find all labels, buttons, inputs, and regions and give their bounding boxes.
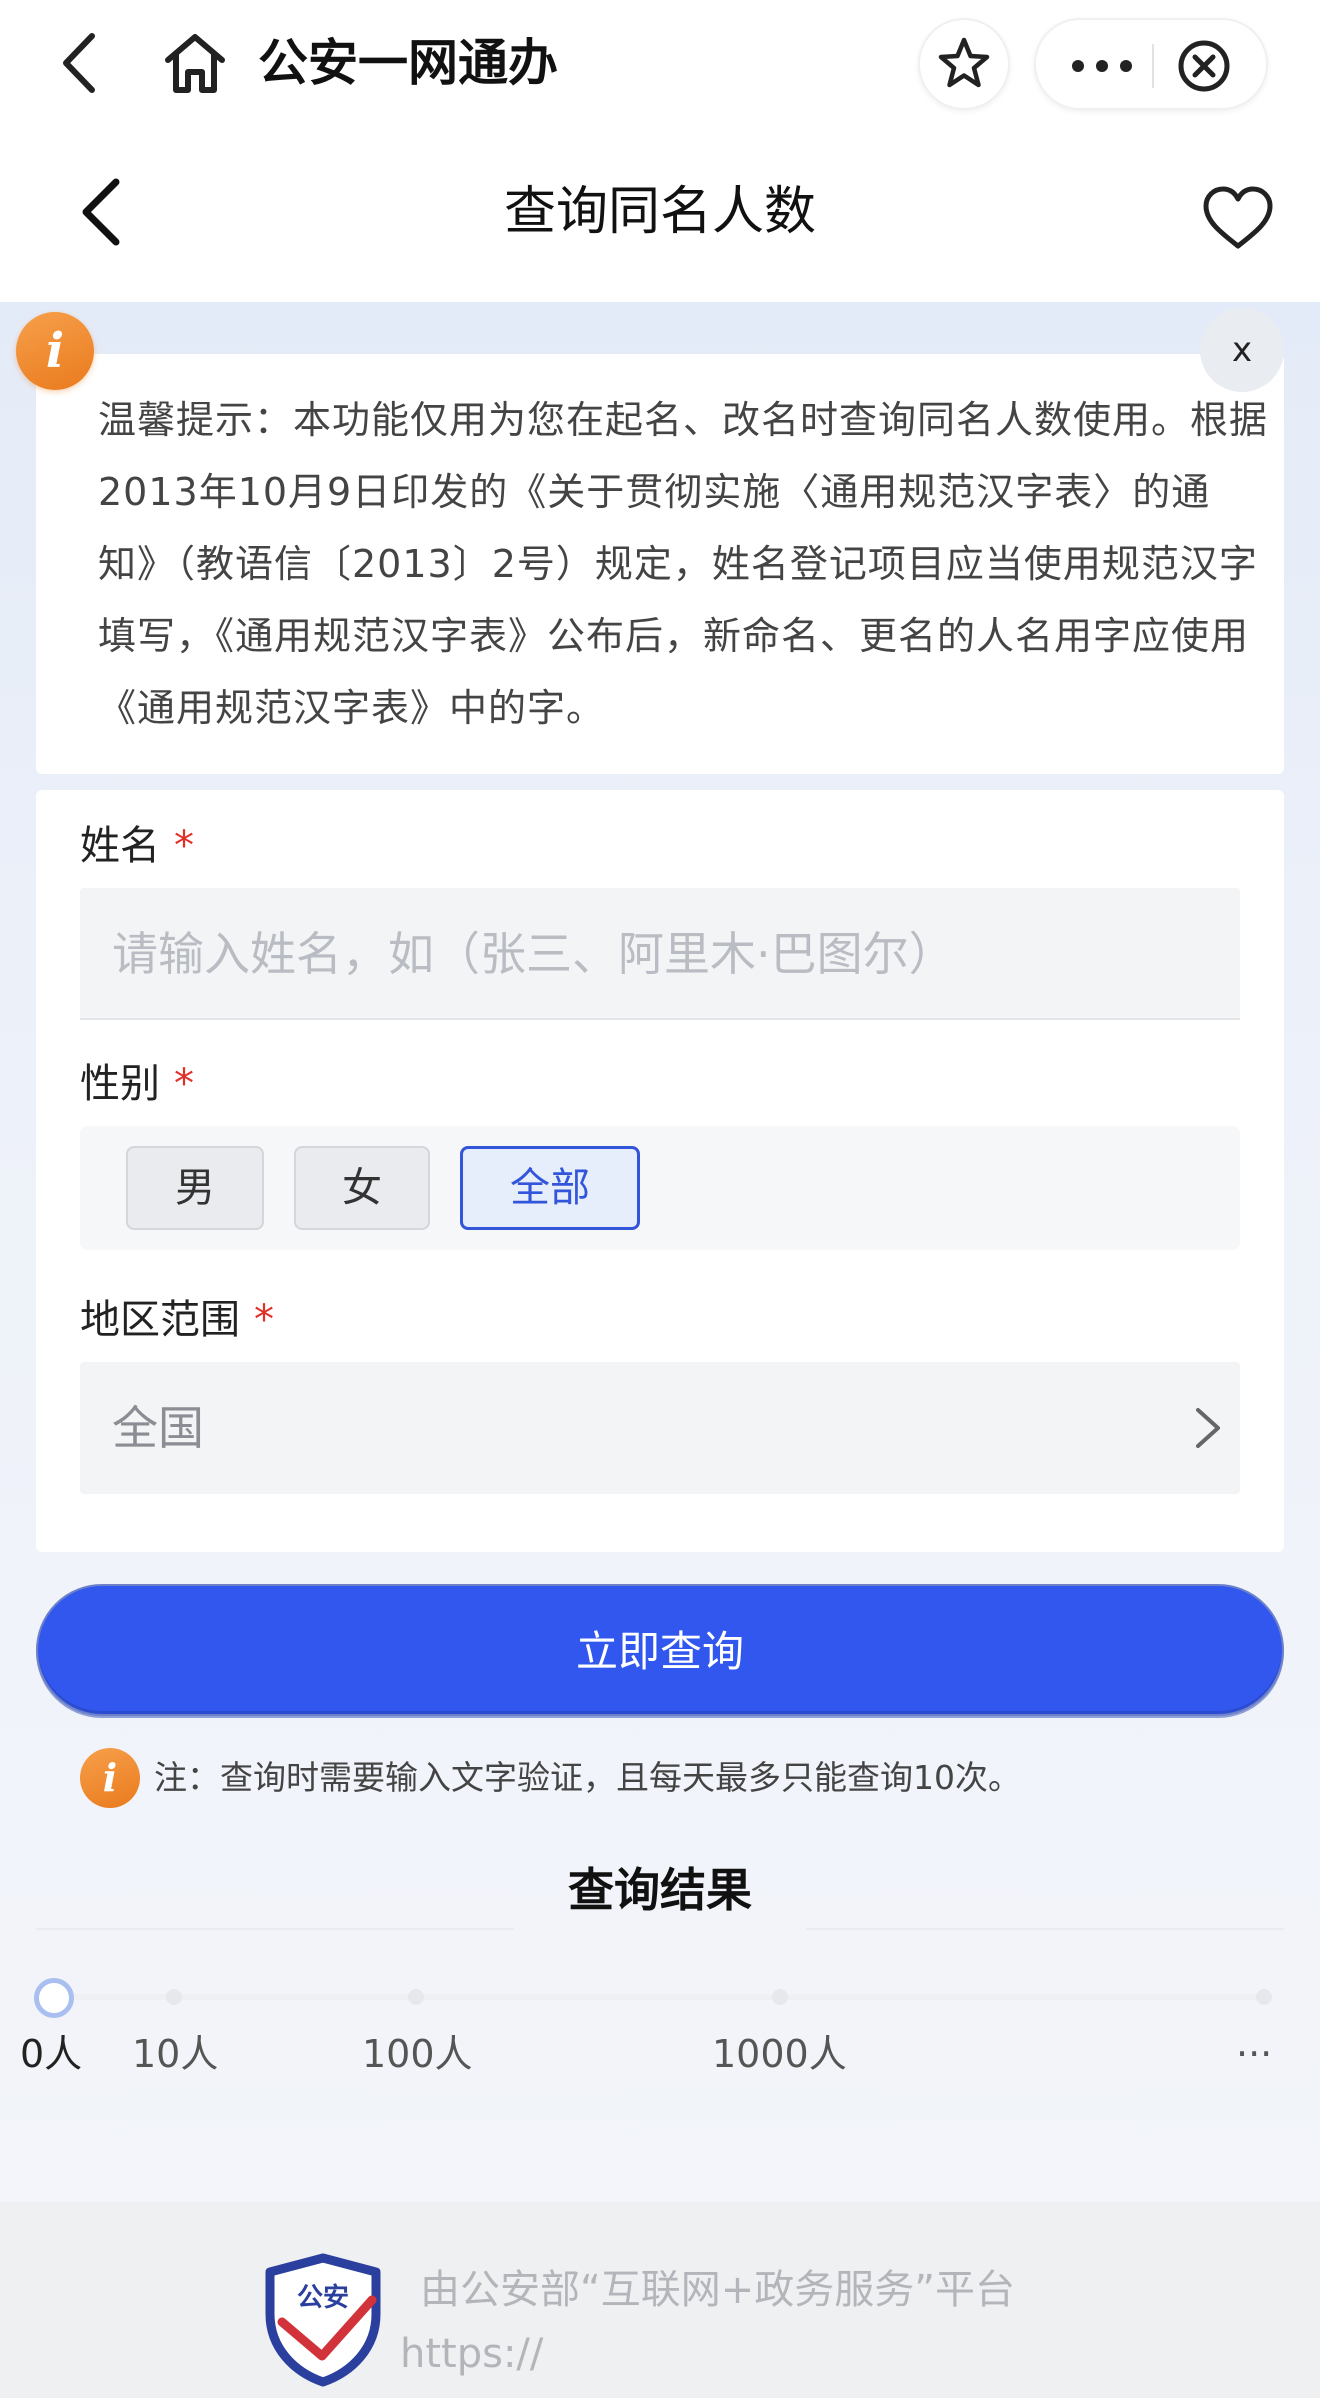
name-field (80, 888, 1240, 1020)
scale-label-1000: 1000人 (712, 2032, 847, 2076)
scale-dot (166, 1989, 182, 2005)
submit-query-button[interactable]: 立即查询 (36, 1584, 1284, 1716)
notice-close-button[interactable]: x (1200, 308, 1284, 392)
results-scale-track (54, 1994, 1268, 2000)
name-label: 姓名 * (80, 818, 194, 874)
required-mark: * (254, 1297, 274, 1343)
star-icon (938, 37, 990, 88)
heart-icon[interactable] (1200, 184, 1276, 254)
page-title: 查询同名人数 (503, 182, 816, 242)
scale-dot (408, 1989, 424, 2005)
app-title: 公安一网通办 (258, 34, 558, 92)
notice-card: 温馨提示：本功能仅用为您在起名、改名时查询同名人数使用。根据2013年10月9日… (36, 354, 1284, 774)
app-top-bar: 公安一网通办 (0, 0, 1320, 130)
name-label-text: 姓名 (80, 823, 160, 869)
badge-text: 公安 (297, 2283, 349, 2313)
scale-marker-current (34, 1978, 74, 2018)
region-label-text: 地区范围 (80, 1297, 240, 1343)
capsule-divider (1152, 44, 1154, 88)
mini-program-capsule (1034, 18, 1268, 110)
region-label: 地区范围 * (80, 1292, 274, 1348)
info-icon: i (16, 312, 94, 390)
results-divider-right (806, 1928, 1284, 1930)
scale-label-100: 100人 (362, 2032, 473, 2076)
gender-option-male[interactable]: 男 (126, 1146, 264, 1230)
scale-label-0: 0人 (20, 2032, 83, 2076)
police-badge-logo: 公安 (265, 2253, 381, 2387)
region-select[interactable]: 全国 (80, 1362, 1240, 1494)
gender-label-text: 性别 (80, 1061, 160, 1107)
favorite-button[interactable] (918, 18, 1010, 110)
scale-label-10: 10人 (132, 2032, 219, 2076)
gender-option-female[interactable]: 女 (294, 1146, 430, 1230)
gender-selector: 男 女 全部 (80, 1126, 1240, 1250)
page-header: 查询同名人数 (0, 130, 1320, 302)
footer: 公安 由公安部“互联网+政务服务”平台 https:// (0, 2202, 1320, 2398)
chevron-right-icon (1196, 1408, 1220, 1448)
results-divider-left (36, 1928, 514, 1930)
gender-label: 性别 * (80, 1056, 194, 1112)
home-icon[interactable] (160, 28, 230, 98)
notice-text: 温馨提示：本功能仅用为您在起名、改名时查询同名人数使用。根据2013年10月9日… (98, 398, 1269, 730)
scale-dot (1256, 1989, 1272, 2005)
scale-label-more: ··· (1236, 2032, 1273, 2076)
scale-dot (772, 1989, 788, 2005)
close-circle-icon[interactable] (1174, 38, 1234, 94)
results-title: 查询结果 (568, 1863, 752, 1917)
info-icon: i (80, 1748, 140, 1808)
required-mark: * (174, 823, 194, 869)
footer-url-text: https:// (400, 2331, 544, 2377)
name-input[interactable] (80, 888, 1240, 1020)
more-icon[interactable] (1062, 40, 1142, 92)
note-text: 注：查询时需要输入文字验证，且每天最多只能查询10次。 (154, 1758, 1021, 1797)
footer-platform-text: 由公安部“互联网+政务服务”平台 (420, 2267, 1015, 2313)
name-field-underline (80, 1018, 1240, 1020)
back-icon[interactable] (50, 28, 110, 98)
gender-option-all[interactable]: 全部 (460, 1146, 640, 1230)
required-mark: * (174, 1061, 194, 1107)
region-value: 全国 (112, 1401, 204, 1455)
